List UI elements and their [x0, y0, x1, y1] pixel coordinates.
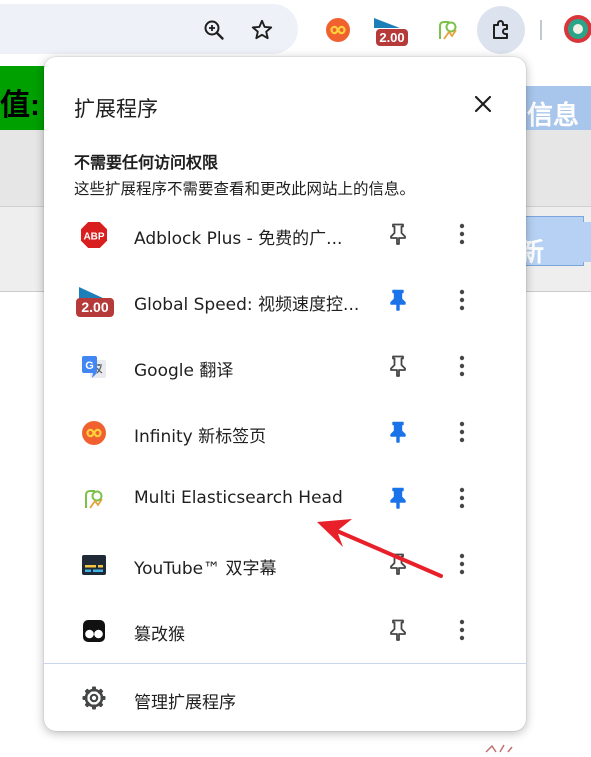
section-heading: 不需要任何访问权限 — [74, 153, 219, 172]
more-vertical-icon — [459, 619, 465, 641]
background-refresh-button-edge — [583, 222, 591, 262]
toolbar-divider — [540, 20, 542, 40]
extensions-menu-button[interactable] — [477, 6, 525, 54]
pin-button[interactable] — [382, 218, 414, 250]
pin-button[interactable] — [382, 350, 414, 382]
section-description: 这些扩展程序不需要查看和更改此网站上的信息。 — [74, 180, 416, 198]
close-button[interactable] — [468, 89, 498, 119]
extension-name: Global Speed: 视频速度控... — [134, 295, 360, 315]
pin-outline-icon — [390, 619, 406, 641]
google-translate-icon: G — [80, 353, 108, 381]
manage-extensions-label: 管理扩展程序 — [134, 693, 236, 713]
svg-text:G: G — [85, 360, 94, 372]
global-speed-extension-icon[interactable]: 2.00 — [370, 12, 414, 50]
background-fragment — [484, 738, 524, 753]
popup-title: 扩展程序 — [74, 97, 158, 121]
manage-extensions-button[interactable]: 管理扩展程序 — [44, 664, 526, 730]
infinity-extension-icon[interactable] — [324, 16, 352, 44]
pin-button[interactable] — [382, 614, 414, 646]
background-info-text: 信息 — [527, 101, 580, 131]
pin-filled-icon — [390, 421, 406, 443]
pin-button[interactable] — [382, 416, 414, 448]
more-vertical-icon — [459, 355, 465, 377]
more-vertical-icon — [459, 223, 465, 245]
more-options-button[interactable] — [448, 482, 476, 514]
extension-row-google-translate[interactable]: G Google 翻译 — [44, 333, 526, 399]
pin-filled-icon — [390, 487, 406, 509]
more-options-button[interactable] — [448, 548, 476, 580]
zoom-icon[interactable] — [200, 16, 228, 44]
extension-name: Multi Elasticsearch Head — [134, 488, 343, 508]
pin-button[interactable] — [382, 482, 414, 514]
more-vertical-icon — [459, 487, 465, 509]
elasticsearch-head-icon — [80, 485, 108, 513]
bookmark-star-icon[interactable] — [248, 16, 276, 44]
speed-badge: 2.00 — [376, 28, 408, 46]
close-icon — [474, 95, 492, 113]
pin-button[interactable] — [382, 548, 414, 580]
pin-button[interactable] — [382, 284, 414, 316]
extension-name: YouTube™ 双字幕 — [134, 559, 277, 579]
pin-outline-icon — [390, 553, 406, 575]
pin-outline-icon — [390, 355, 406, 377]
extension-name: Google 翻译 — [134, 361, 234, 381]
extension-name: 篡改猴 — [134, 625, 185, 645]
infinity-icon — [80, 419, 108, 447]
more-vertical-icon — [459, 421, 465, 443]
extension-row-infinity[interactable]: Infinity 新标签页 — [44, 399, 526, 465]
tampermonkey-icon — [80, 617, 108, 645]
extensions-popup: 扩展程序 不需要任何访问权限 这些扩展程序不需要查看和更改此网站上的信息。 AB… — [44, 57, 526, 731]
extension-row-adblock-plus[interactable]: ABP Adblock Plus - 免费的广... — [44, 201, 526, 267]
youtube-dual-subtitles-icon — [80, 551, 108, 579]
extension-row-youtube-dual-subtitles[interactable]: YouTube™ 双字幕 — [44, 531, 526, 597]
adblock-plus-icon: ABP — [80, 221, 108, 249]
extension-name: Infinity 新标签页 — [134, 427, 267, 447]
global-speed-icon: 2.00 — [75, 283, 115, 319]
browser-toolbar: 2.00 — [0, 0, 591, 58]
extension-row-tampermonkey[interactable]: 篡改猴 — [44, 597, 526, 663]
extension-row-multi-elasticsearch-head[interactable]: Multi Elasticsearch Head — [44, 465, 526, 531]
extension-row-global-speed[interactable]: 2.00 Global Speed: 视频速度控... — [44, 267, 526, 333]
profile-avatar-icon[interactable] — [563, 14, 591, 44]
more-options-button[interactable] — [448, 350, 476, 382]
more-vertical-icon — [459, 289, 465, 311]
elasticsearch-head-extension-icon[interactable] — [434, 16, 462, 44]
more-vertical-icon — [459, 553, 465, 575]
extension-name: Adblock Plus - 免费的广... — [134, 229, 343, 249]
more-options-button[interactable] — [448, 284, 476, 316]
more-options-button[interactable] — [448, 218, 476, 250]
more-options-button[interactable] — [448, 614, 476, 646]
pin-outline-icon — [390, 223, 406, 245]
svg-text:2.00: 2.00 — [81, 299, 108, 315]
gear-icon — [80, 684, 108, 712]
puzzle-piece-icon — [488, 17, 514, 43]
more-options-button[interactable] — [448, 416, 476, 448]
svg-text:ABP: ABP — [83, 232, 104, 243]
pin-filled-icon — [390, 289, 406, 311]
